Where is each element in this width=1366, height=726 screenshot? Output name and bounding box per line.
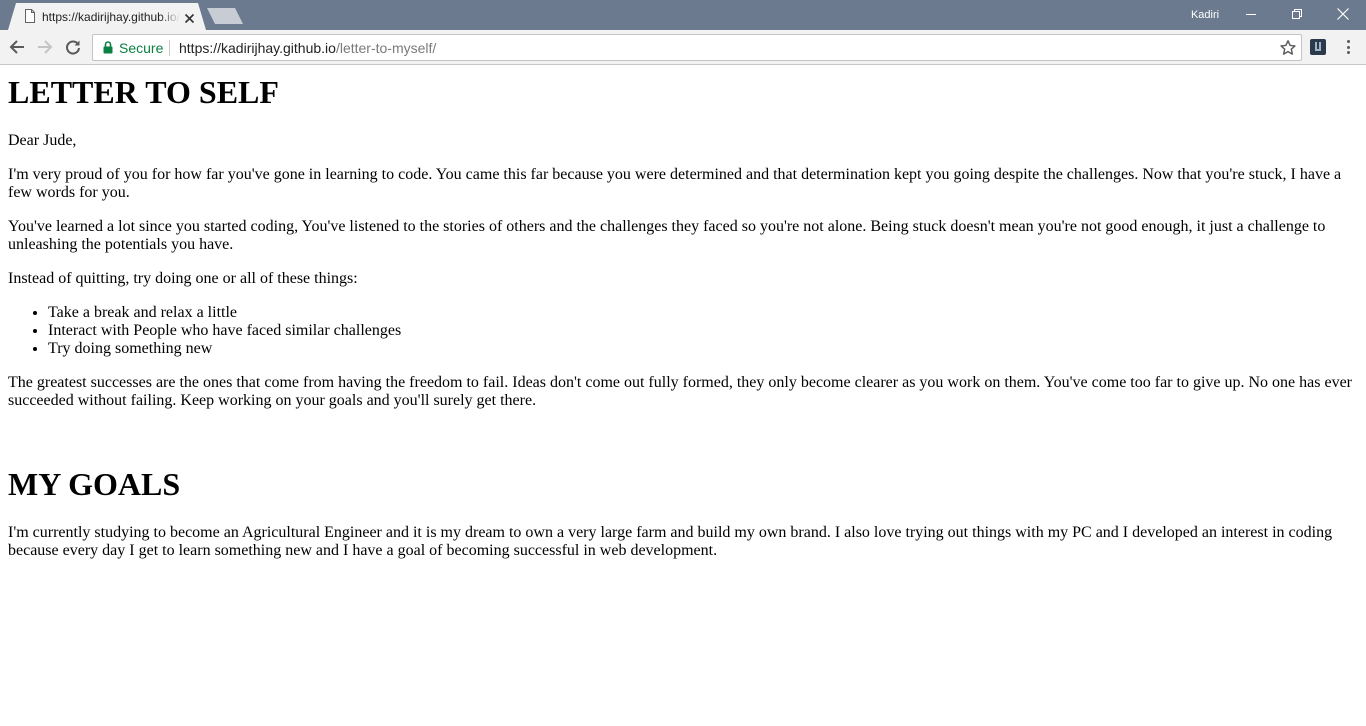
- forward-button[interactable]: [35, 37, 55, 57]
- url-path: /letter-to-myself/: [335, 40, 437, 56]
- url-text[interactable]: https://kadirijhay.github.io/letter-to-m…: [179, 39, 436, 57]
- reload-icon: [66, 40, 80, 55]
- minimize-button[interactable]: [1228, 0, 1274, 28]
- letter-heading: LETTER TO SELF: [8, 74, 279, 110]
- back-button[interactable]: [7, 37, 27, 57]
- page-icon: [24, 9, 36, 23]
- kebab-menu-icon[interactable]: [1339, 38, 1357, 56]
- close-window-icon: [1337, 8, 1349, 20]
- tab-title: https://kadirijhay.github.io/letter-to-m…: [42, 10, 180, 24]
- extension-icon[interactable]: [1310, 39, 1326, 55]
- profile-name[interactable]: Kadiri: [1180, 7, 1230, 23]
- page-content: LETTER TO SELF Dear Jude, I'm very proud…: [0, 66, 1366, 726]
- list-item: Take a break and relax a little: [48, 304, 401, 322]
- lock-icon[interactable]: [103, 41, 113, 54]
- browser-toolbar: Secure https://kadirijhay.github.io/lett…: [0, 30, 1366, 65]
- restore-button[interactable]: [1274, 0, 1320, 28]
- browser-tab[interactable]: https://kadirijhay.github.io/letter-to-m…: [8, 3, 206, 30]
- letter-paragraph-4: The greatest successes are the ones that…: [8, 374, 1353, 409]
- list-item: Try doing something new: [48, 340, 401, 358]
- goals-paragraph: I'm currently studying to become an Agri…: [8, 524, 1333, 559]
- suggestions-list: Take a break and relax a little Interact…: [48, 304, 401, 358]
- security-label[interactable]: Secure: [119, 39, 163, 57]
- window-close-button[interactable]: [1320, 0, 1366, 28]
- url-host: https://kadirijhay.github.io: [179, 40, 336, 56]
- star-icon[interactable]: [1279, 39, 1297, 57]
- browser-tabstrip: https://kadirijhay.github.io/letter-to-m…: [0, 0, 1366, 30]
- list-item: Interact with People who have faced simi…: [48, 322, 401, 340]
- arrow-right-icon: [38, 40, 53, 54]
- minimize-icon: [1246, 14, 1256, 15]
- letter-paragraph-1: I'm very proud of you for how far you've…: [8, 166, 1342, 201]
- new-tab-button[interactable]: [207, 8, 243, 24]
- arrow-left-icon: [9, 40, 24, 54]
- letter-greeting: Dear Jude,: [8, 132, 77, 149]
- omnibox-divider: [169, 40, 170, 56]
- goals-heading: MY GOALS: [8, 466, 181, 502]
- close-icon[interactable]: [184, 11, 195, 24]
- address-bar[interactable]: Secure https://kadirijhay.github.io/lett…: [92, 34, 1302, 61]
- restore-icon: [1292, 9, 1302, 19]
- letter-paragraph-3: Instead of quitting, try doing one or al…: [8, 270, 358, 287]
- letter-paragraph-2: You've learned a lot since you started c…: [8, 218, 1326, 253]
- reload-button[interactable]: [63, 37, 83, 57]
